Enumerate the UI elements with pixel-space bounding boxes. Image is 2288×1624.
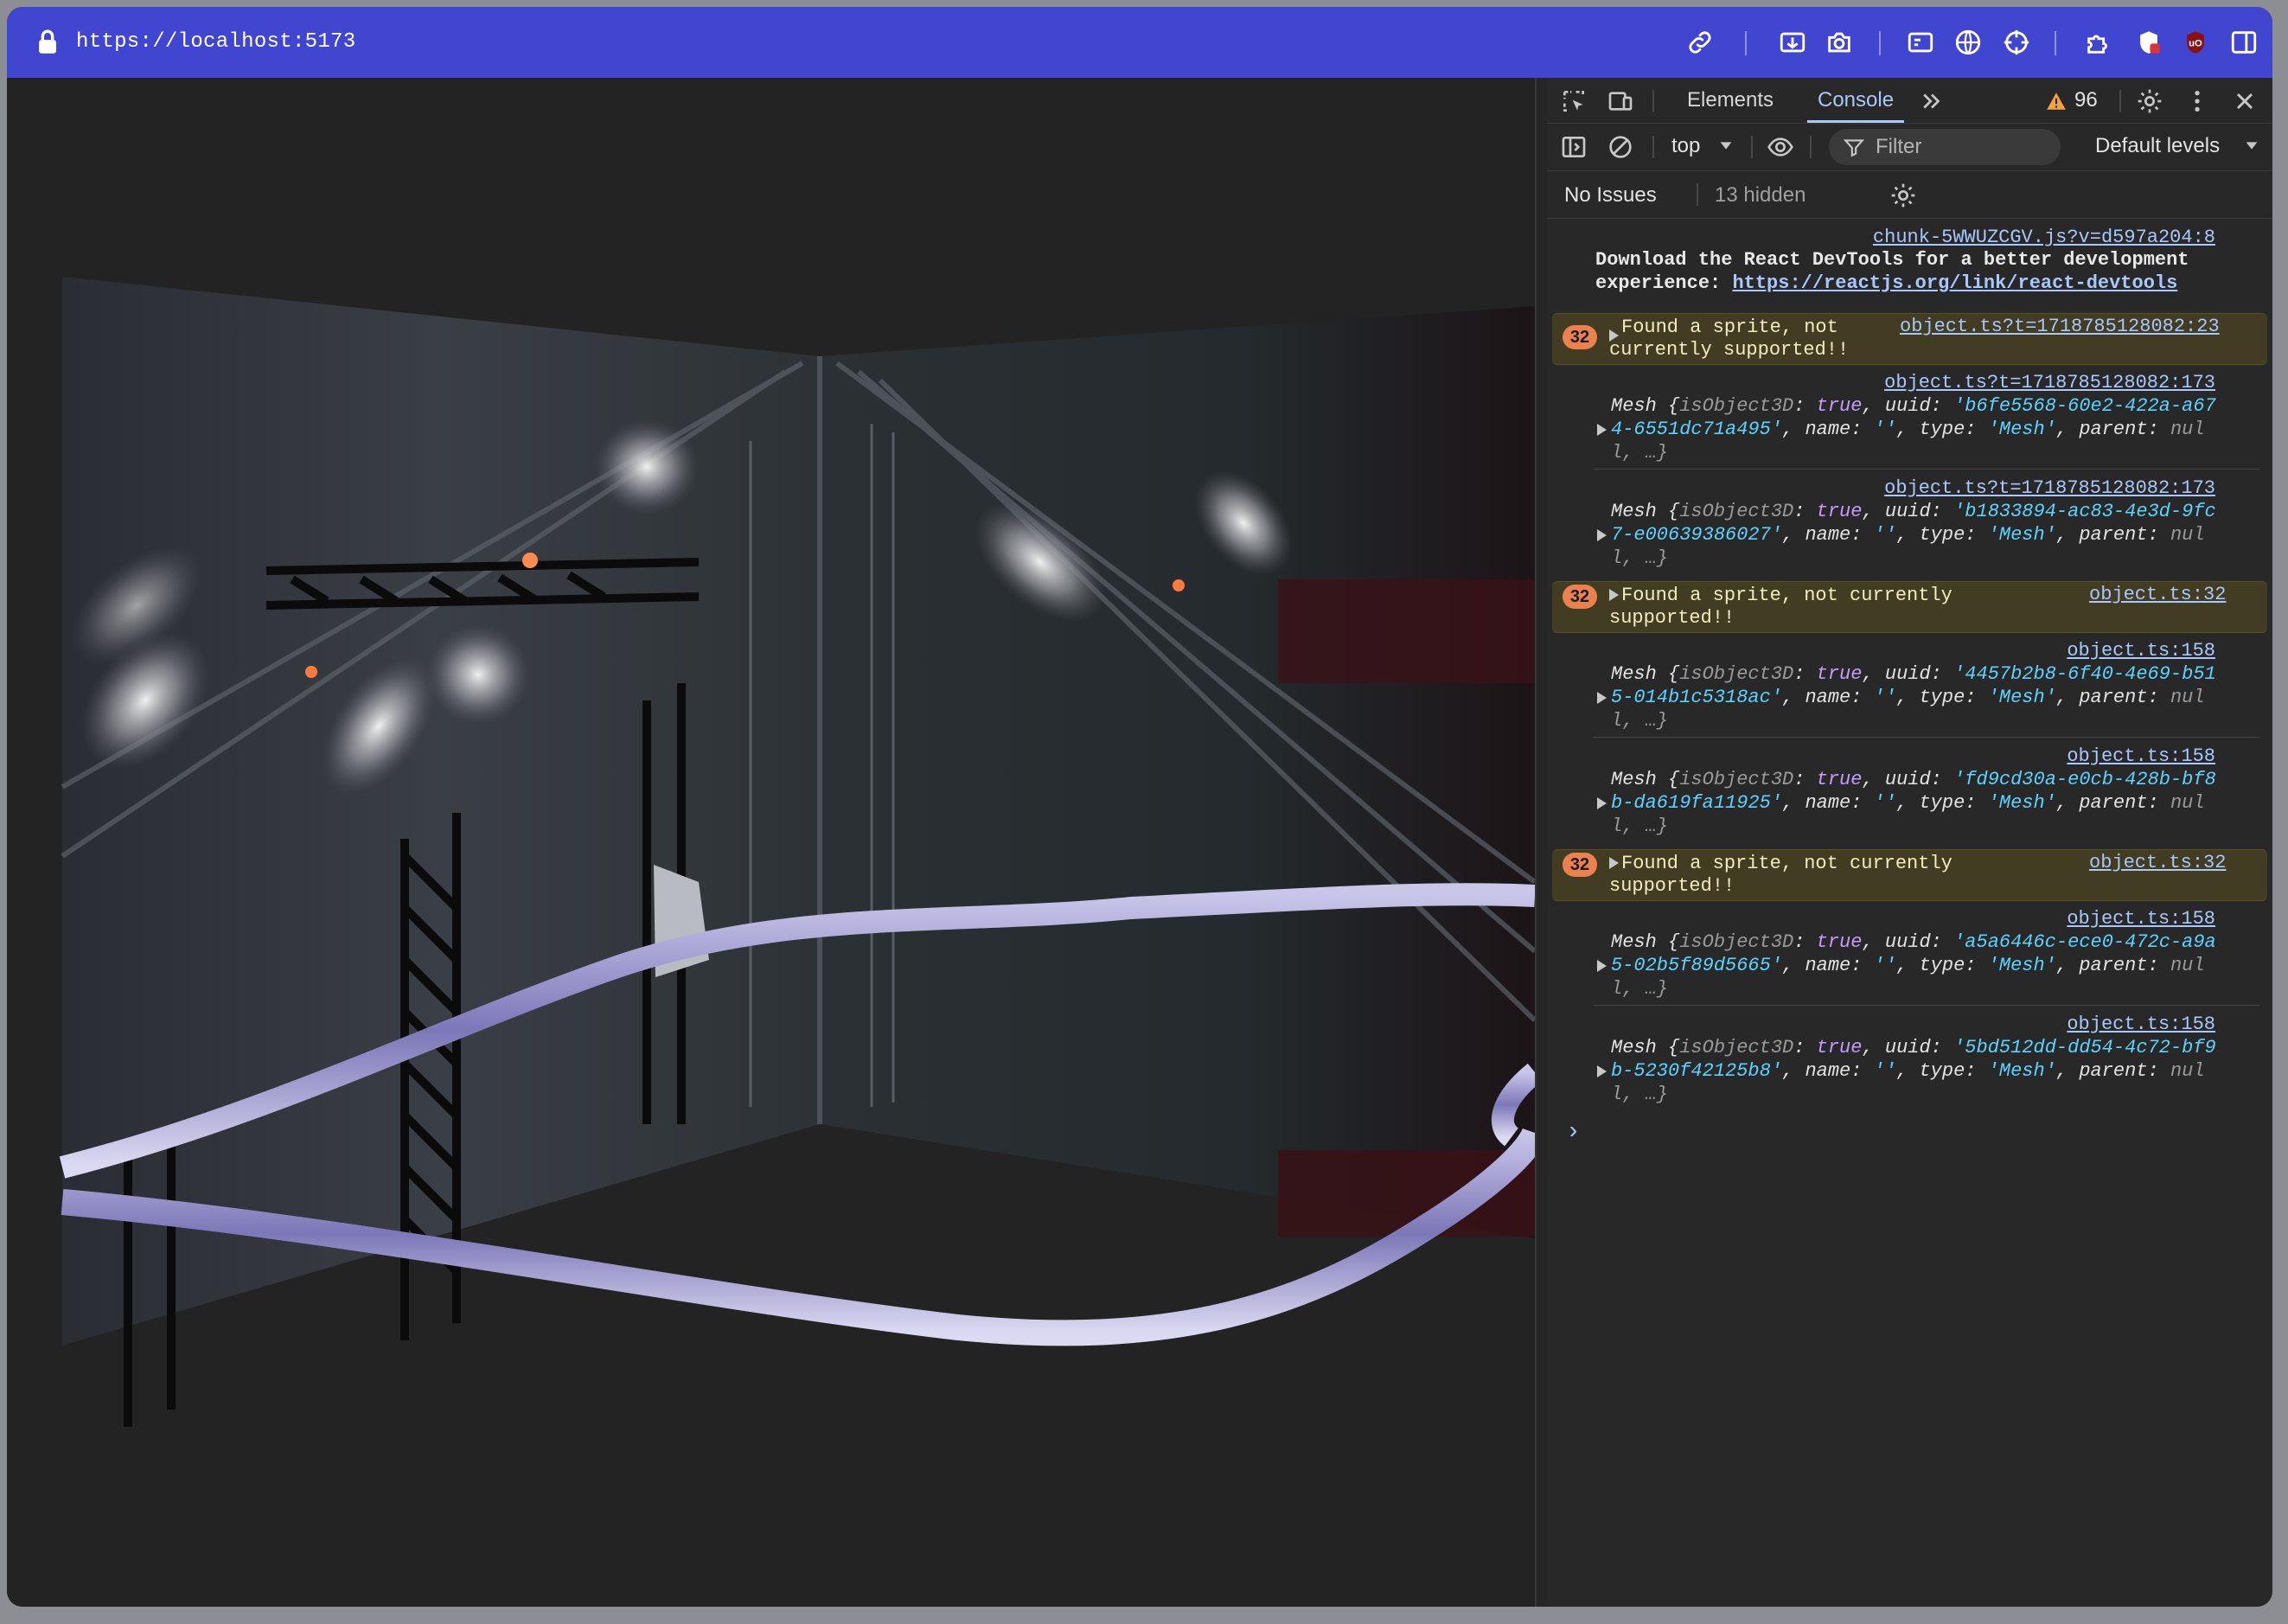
warning-icon[interactable] (2045, 90, 2068, 112)
message-text-2: experience: https://reactjs.org/link/rea… (1595, 272, 2178, 294)
warning-text: Found a sprite, not currently (1621, 585, 1952, 606)
source-link[interactable]: chunk-5WWUZCGV.js?v=d597a204:8 (1873, 227, 2215, 248)
source-link[interactable]: object.ts:158 (2067, 908, 2215, 930)
expand-triangle-icon[interactable] (1597, 797, 1607, 809)
expand-triangle-icon[interactable] (1597, 529, 1607, 541)
repeat-count-badge: 32 (1563, 853, 1597, 877)
ublock-icon[interactable]: uO (2179, 26, 2212, 59)
warning-count[interactable]: 96 (2074, 88, 2098, 112)
mesh-log-entry: object.ts:158 Mesh {isObject3D: true, uu… (1547, 640, 2272, 737)
settings-gear-icon[interactable] (2135, 86, 2164, 116)
source-link[interactable]: object.ts:158 (2067, 1013, 2215, 1035)
warning-text: Found a sprite, not (1621, 316, 1838, 338)
context-dropdown-icon[interactable] (1716, 136, 1735, 155)
lock-icon (39, 29, 56, 54)
warning-text: Found a sprite, not currently (1621, 853, 1952, 874)
source-link[interactable]: object.ts?t=1718785128082:173 (1884, 372, 2215, 393)
console-message: chunk-5WWUZCGV.js?v=d597a204:8 Download … (1547, 225, 2272, 294)
url-text[interactable]: https://localhost:5173 (76, 7, 355, 78)
3d-canvas[interactable] (7, 78, 1535, 1607)
issues-status[interactable]: No Issues (1564, 183, 1657, 208)
mesh-log-entry: object.ts?t=1718785128082:173 Mesh {isOb… (1547, 477, 2272, 574)
shield-extension-icon[interactable] (2132, 26, 2165, 59)
expand-triangle-icon[interactable] (1597, 960, 1607, 972)
source-link[interactable]: object.ts:158 (2067, 745, 2215, 767)
issues-bar: No Issues 13 hidden (1547, 171, 2272, 219)
devtools-panel: Elements Console 96 top Filter Default l… (1547, 78, 2272, 1607)
expand-triangle-icon[interactable] (1597, 1065, 1607, 1077)
log-levels-dropdown[interactable]: Default levels (2095, 134, 2220, 158)
more-tabs-icon[interactable] (1919, 88, 1945, 114)
screenshot-area-icon[interactable] (1776, 26, 1809, 59)
scene-render (59, 277, 1535, 1607)
levels-chevron-icon[interactable] (2242, 136, 2261, 155)
filter-placeholder: Filter (1876, 135, 1922, 158)
context-selector[interactable]: top (1671, 134, 1700, 158)
expand-triangle-icon[interactable] (1597, 692, 1607, 704)
issues-settings-icon[interactable] (1889, 182, 1917, 209)
sidebar-icon[interactable] (2227, 26, 2260, 59)
mesh-log-entry: object.ts?t=1718785128082:173 Mesh {isOb… (1547, 372, 2272, 469)
source-link[interactable]: object.ts?t=1718785128082:23 (1900, 316, 2220, 337)
repeat-count-badge: 32 (1563, 585, 1597, 609)
console-prompt[interactable]: › (1566, 1121, 1581, 1145)
clear-console-icon[interactable] (1606, 132, 1635, 162)
message-text: Download the React DevTools for a better… (1595, 249, 2189, 271)
filter-input[interactable]: Filter (1829, 129, 2061, 165)
svg-text:uO: uO (2189, 38, 2202, 48)
warning-message: 32 Found a sprite, not currently support… (1552, 313, 2267, 365)
mesh-log-entry: object.ts:158 Mesh {isObject3D: true, uu… (1547, 908, 2272, 1005)
tab-elements[interactable]: Elements (1687, 78, 1774, 123)
extensions-icon[interactable] (2082, 26, 2115, 59)
source-link[interactable]: object.ts:32 (2089, 584, 2226, 605)
device-toolbar-icon[interactable] (1606, 86, 1635, 116)
link-icon[interactable] (1684, 26, 1716, 59)
react-devtools-link[interactable]: https://reactjs.org/link/react-devtools (1732, 272, 2177, 294)
source-link[interactable]: object.ts?t=1718785128082:173 (1884, 477, 2215, 499)
mesh-log-entry: object.ts:158 Mesh {isObject3D: true, uu… (1547, 1013, 2272, 1110)
inspect-element-icon[interactable] (1559, 86, 1588, 116)
devtools-tabbar: Elements Console 96 (1547, 78, 2272, 124)
terminal-icon[interactable] (1904, 26, 1937, 59)
eye-icon[interactable] (1763, 132, 1798, 162)
warning-text-2: supported!! (1609, 607, 1735, 629)
warning-text-2: currently supported!! (1609, 339, 1850, 361)
kebab-menu-icon[interactable] (2183, 86, 2212, 116)
repeat-count-badge: 32 (1563, 325, 1597, 349)
expand-triangle-icon[interactable] (1597, 424, 1607, 436)
browser-window: https://localhost:5173 uO Elements Conso… (7, 7, 2272, 1607)
tab-console[interactable]: Console (1806, 78, 1905, 123)
sidebar-toggle-icon[interactable] (1559, 132, 1588, 162)
console-toolbar: top Filter Default levels (1547, 124, 2272, 171)
warning-message: 32 Found a sprite, not currently support… (1552, 581, 2267, 633)
warning-text-2: supported!! (1609, 875, 1735, 897)
warning-message: 32 Found a sprite, not currently support… (1552, 849, 2267, 901)
filter-icon (1843, 136, 1865, 158)
camera-icon[interactable] (1823, 26, 1856, 59)
source-link[interactable]: object.ts:158 (2067, 640, 2215, 662)
expand-triangle-icon[interactable] (1609, 857, 1619, 869)
source-link[interactable]: object.ts:32 (2089, 852, 2226, 873)
expand-triangle-icon[interactable] (1609, 589, 1619, 601)
url-bar: https://localhost:5173 uO (7, 7, 2272, 78)
mesh-log-entry: object.ts:158 Mesh {isObject3D: true, uu… (1547, 745, 2272, 842)
hidden-count[interactable]: 13 hidden (1715, 183, 1805, 208)
globe-icon[interactable] (1952, 26, 1984, 59)
crosshair-icon[interactable] (2000, 26, 2033, 59)
close-icon[interactable] (2230, 86, 2259, 116)
